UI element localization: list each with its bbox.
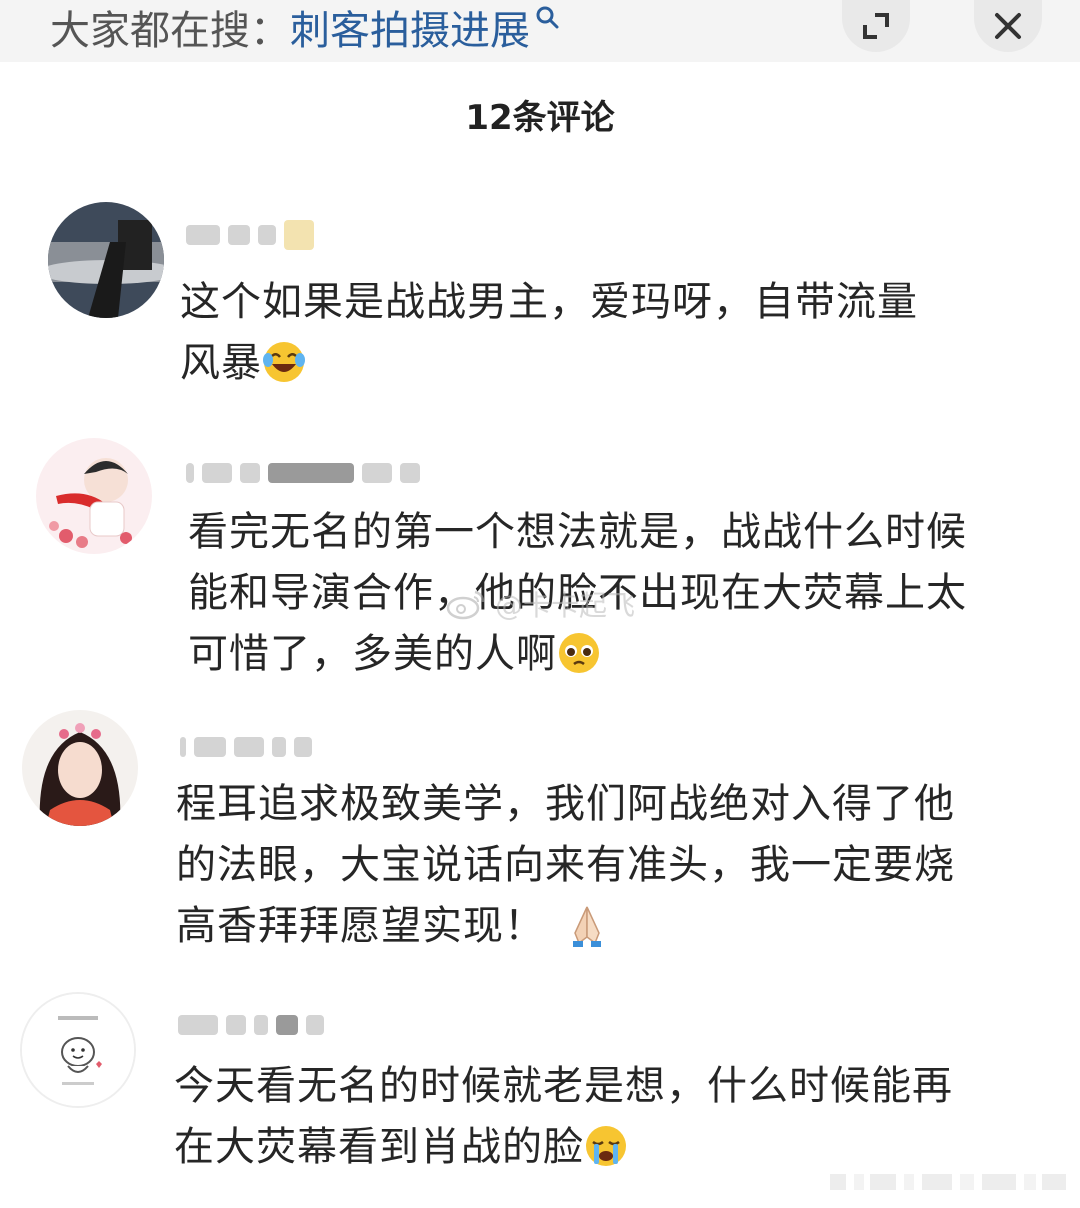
top-bar: 大家都在搜： 刺客拍摄进展 — [0, 0, 1080, 62]
close-button[interactable] — [974, 0, 1042, 52]
crying-face-emoji — [586, 1126, 626, 1166]
username[interactable] — [180, 734, 312, 760]
comment-text: 程耳追求极致美学，我们阿战绝对入得了他 的法眼，大宝说话向来有准头，我一定要烧 … — [176, 774, 955, 957]
comment-line: 高香拜拜愿望实现！ — [176, 896, 955, 957]
comment-line: 程耳追求极致美学，我们阿战绝对入得了他 — [176, 781, 955, 827]
comment-text: 这个如果是战战男主，爱玛呀，自带流量 风暴 — [180, 272, 918, 394]
avatar[interactable] — [48, 202, 164, 318]
weibo-logo-icon — [446, 590, 485, 620]
watermark: @卡卡起飞 — [445, 584, 635, 624]
comment-line: 这个如果是战战男主，爱玛呀，自带流量 — [180, 279, 918, 325]
close-icon — [995, 13, 1021, 39]
pleading-face-emoji — [559, 633, 599, 673]
comment-line: 风暴 — [180, 333, 918, 394]
search-term-link[interactable]: 刺客拍摄进展 — [290, 0, 530, 56]
watermark-text: @卡卡起飞 — [495, 589, 636, 622]
username[interactable] — [186, 460, 420, 486]
comment-line: 的法眼，大宝说话向来有准头，我一定要烧 — [176, 842, 955, 888]
expand-icon — [863, 13, 889, 39]
comment-line: 可惜了，多美的人啊 — [188, 624, 967, 685]
comment-text: 今天看无名的时候就老是想，什么时候能再 在大荧幕看到肖战的脸 — [174, 1056, 953, 1178]
folded-hands-emoji — [573, 906, 601, 947]
search-suggestion[interactable]: 大家都在搜： 刺客拍摄进展 — [50, 2, 562, 54]
comment-count-title: 12条评论 — [465, 98, 615, 138]
comment-line: 看完无名的第一个想法就是，战战什么时候 — [188, 509, 967, 555]
bottom-decoration — [830, 1174, 1066, 1190]
search-prefix: 大家都在搜： — [50, 8, 290, 54]
avatar[interactable] — [22, 710, 138, 826]
expand-button[interactable] — [842, 0, 910, 52]
avatar[interactable] — [36, 438, 152, 554]
username[interactable] — [186, 220, 314, 250]
avatar[interactable] — [20, 992, 136, 1108]
laugh-cry-emoji — [263, 342, 305, 382]
search-icon[interactable] — [534, 4, 562, 32]
comment-line: 今天看无名的时候就老是想，什么时候能再 — [174, 1063, 953, 1109]
username[interactable] — [178, 1012, 324, 1038]
